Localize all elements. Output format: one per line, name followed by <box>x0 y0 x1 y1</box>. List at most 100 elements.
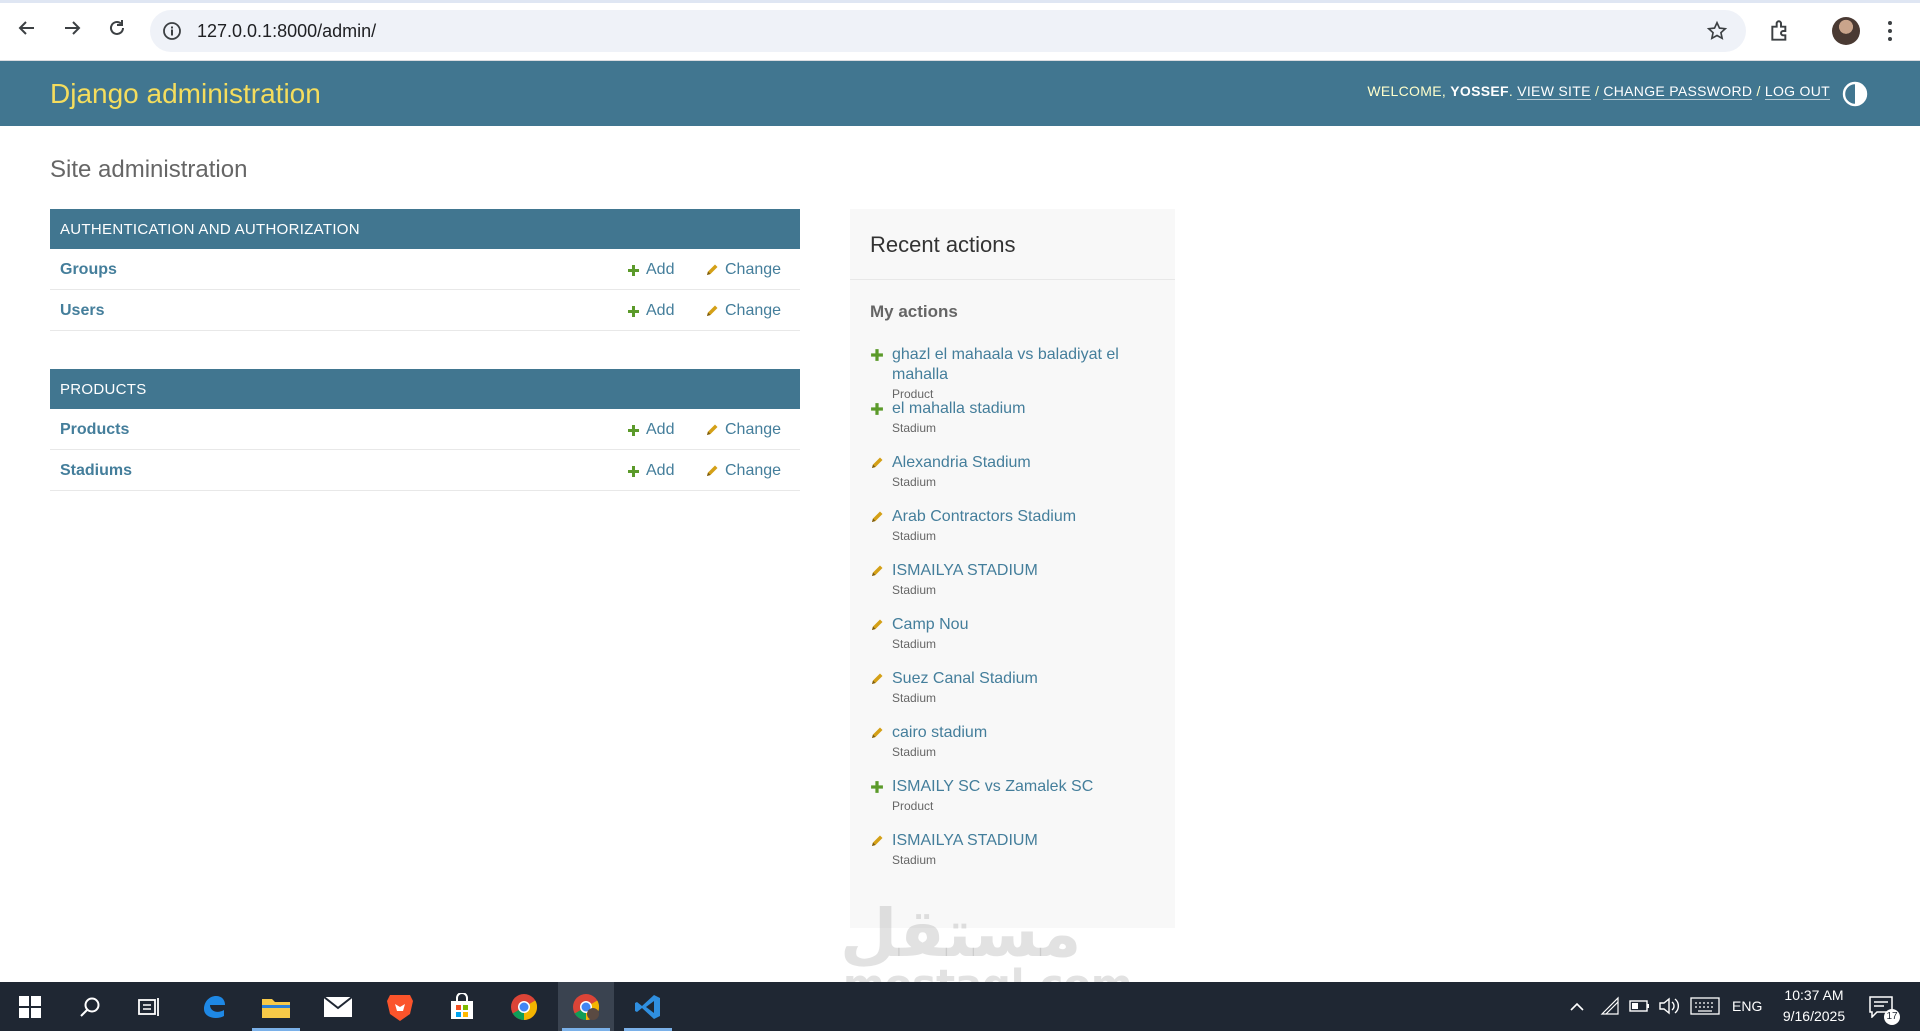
chrome-profile-icon <box>573 993 600 1020</box>
plus-icon <box>628 305 639 317</box>
action-link[interactable]: ISMAILYA STADIUM <box>892 561 1160 581</box>
change-label: Change <box>725 462 782 479</box>
browser-toolbar: 127.0.0.1:8000/admin/ <box>0 0 1920 61</box>
taskbar-file-explorer[interactable] <box>248 982 304 1031</box>
taskbar-brave[interactable] <box>372 982 428 1031</box>
watermark-arabic: مستقل <box>840 895 1082 972</box>
action-content-type: Stadium <box>892 475 937 489</box>
pencil-icon <box>872 673 883 684</box>
separator: / <box>1594 83 1600 99</box>
welcome-text: WELCOME, <box>1367 83 1447 99</box>
action-link[interactable]: ghazl el mahaala vs baladiyat el mahalla <box>892 345 1160 385</box>
change-groups-link[interactable]: Change <box>705 261 781 279</box>
action-link[interactable]: Alexandria Stadium <box>892 453 1160 473</box>
change-users-link[interactable]: Change <box>705 302 781 320</box>
django-header: Django administration WELCOME, YOSSEF. V… <box>0 61 1920 126</box>
url-text[interactable]: 127.0.0.1:8000/admin/ <box>197 21 376 42</box>
store-bag-icon <box>451 992 473 1019</box>
add-users-link[interactable]: Add <box>627 302 674 320</box>
model-link-groups[interactable]: Groups <box>60 261 117 279</box>
module-caption[interactable]: AUTHENTICATION AND AUTHORIZATION <box>50 209 800 249</box>
pencil-icon <box>707 264 718 275</box>
view-site-link[interactable]: VIEW SITE <box>1517 83 1591 100</box>
add-products-link[interactable]: Add <box>627 421 674 439</box>
model-row-stadiums: Stadiums Add Change <box>50 450 800 491</box>
taskbar-chrome-profile[interactable] <box>558 982 614 1031</box>
action-link[interactable]: cairo stadium <box>892 723 1160 743</box>
add-stadiums-link[interactable]: Add <box>627 462 674 480</box>
action-link[interactable]: ISMAILYA STADIUM <box>892 831 1160 851</box>
kebab-menu-icon[interactable] <box>1885 18 1895 44</box>
chevron-up-icon[interactable] <box>1568 998 1586 1016</box>
volume-icon[interactable] <box>1658 996 1680 1016</box>
recent-actions-panel: Recent actions My actions ghazl el mahaa… <box>850 209 1175 928</box>
pencil-icon <box>707 305 718 316</box>
bookmark-star-icon[interactable] <box>1706 20 1728 42</box>
action-link[interactable]: el mahalla stadium <box>892 399 1160 419</box>
task-view-button[interactable] <box>122 982 178 1031</box>
wifi-icon[interactable] <box>1600 996 1620 1016</box>
keyboard-icon[interactable] <box>1690 997 1720 1015</box>
app-module-auth: AUTHENTICATION AND AUTHORIZATION Groups … <box>50 209 800 331</box>
app-module-products: PRODUCTS Products Add Change Stadiums Ad… <box>50 369 800 491</box>
site-branding[interactable]: Django administration <box>50 78 321 110</box>
change-label: Change <box>725 421 782 438</box>
model-link-products[interactable]: Products <box>60 421 129 439</box>
search-icon <box>80 997 100 1017</box>
theme-toggle-icon[interactable] <box>1842 81 1868 107</box>
plus-icon <box>628 424 639 436</box>
model-row-products: Products Add Change <box>50 409 800 450</box>
pencil-icon <box>872 835 883 846</box>
separator: / <box>1756 83 1761 99</box>
system-clock[interactable]: 10:37 AM 9/16/2025 <box>1775 985 1853 1027</box>
taskbar-mail[interactable] <box>310 982 366 1031</box>
plus-icon <box>871 349 883 361</box>
taskbar-chrome[interactable] <box>496 982 552 1031</box>
profile-avatar[interactable] <box>1832 17 1860 45</box>
windows-taskbar: ENG 10:37 AM 9/16/2025 17 <box>0 982 1920 1031</box>
plus-icon <box>871 781 883 793</box>
brave-lion-icon <box>387 994 413 1021</box>
action-content-type: Product <box>892 799 934 813</box>
pencil-icon <box>707 424 718 435</box>
action-link[interactable]: Arab Contractors Stadium <box>892 507 1160 527</box>
change-label: Change <box>725 261 782 278</box>
back-button[interactable] <box>12 13 42 43</box>
action-content-type: Stadium <box>892 529 937 543</box>
plus-icon <box>871 403 883 415</box>
add-label: Add <box>646 261 675 278</box>
module-caption[interactable]: PRODUCTS <box>50 369 800 409</box>
taskbar-store[interactable] <box>434 982 490 1031</box>
add-groups-link[interactable]: Add <box>627 261 674 279</box>
address-bar[interactable]: 127.0.0.1:8000/admin/ <box>150 10 1746 52</box>
reload-icon <box>110 20 124 35</box>
action-link[interactable]: Suez Canal Stadium <box>892 669 1160 689</box>
search-button[interactable] <box>62 982 118 1031</box>
info-icon[interactable] <box>162 21 182 41</box>
battery-icon[interactable] <box>1629 997 1651 1015</box>
start-button[interactable] <box>2 982 58 1031</box>
add-label: Add <box>646 462 675 479</box>
taskbar-vscode[interactable] <box>620 982 676 1031</box>
model-link-users[interactable]: Users <box>60 302 104 320</box>
model-link-stadiums[interactable]: Stadiums <box>60 462 132 480</box>
pencil-icon <box>872 511 883 522</box>
action-link[interactable]: ISMAILY SC vs Zamalek SC <box>892 777 1160 797</box>
forward-button[interactable] <box>57 13 87 43</box>
input-language[interactable]: ENG <box>1732 998 1762 1014</box>
change-password-link[interactable]: CHANGE PASSWORD <box>1603 83 1753 100</box>
divider <box>850 279 1175 280</box>
reload-button[interactable] <box>102 13 132 43</box>
action-content-type: Stadium <box>892 583 937 597</box>
taskbar-edge[interactable] <box>186 982 242 1031</box>
model-row-users: Users Add Change <box>50 290 800 331</box>
change-stadiums-link[interactable]: Change <box>705 462 781 480</box>
chrome-icon <box>511 993 538 1020</box>
log-out-link[interactable]: LOG OUT <box>1764 83 1830 100</box>
extensions-icon[interactable] <box>1768 18 1794 44</box>
action-link[interactable]: Camp Nou <box>892 615 1160 635</box>
action-content-type: Stadium <box>892 853 937 867</box>
change-products-link[interactable]: Change <box>705 421 781 439</box>
clock-time: 10:37 AM <box>1784 987 1844 1003</box>
plus-icon <box>628 264 639 276</box>
